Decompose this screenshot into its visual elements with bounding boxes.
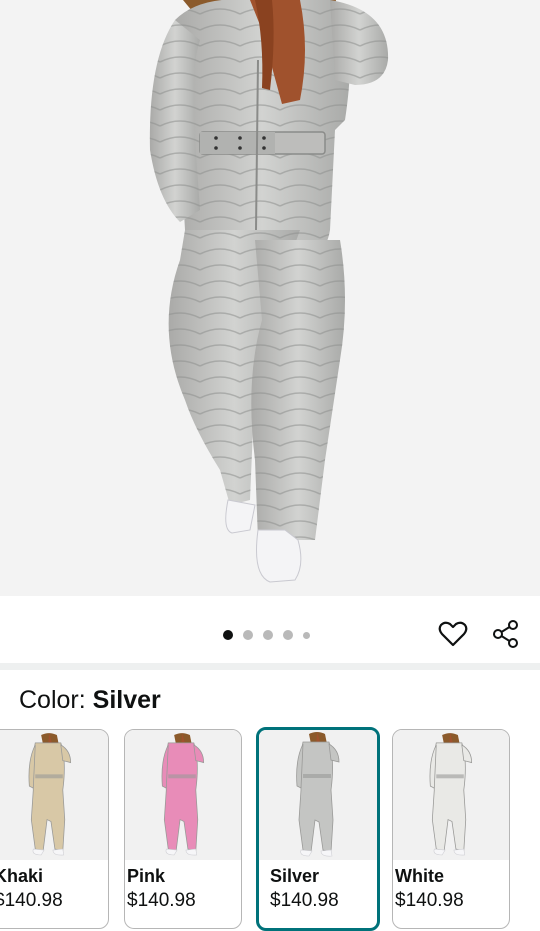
color-swatch-khaki[interactable]: Khaki $140.98 [0,729,109,929]
carousel-dot[interactable] [283,630,293,640]
silver-jumpsuit-photo [149,0,389,583]
swatch-thumbnail [125,730,241,860]
swatch-thumbnail [393,730,509,860]
carousel-dot[interactable] [243,630,253,640]
selected-color-value: Silver [92,686,161,714]
product-image[interactable] [0,0,540,596]
swatch-price: $140.98 [127,890,196,911]
swatch-price: $140.98 [0,890,63,911]
swatch-thumbnail [0,730,108,860]
share-button[interactable] [490,618,522,650]
wishlist-button[interactable] [437,618,469,650]
carousel-dot[interactable] [223,630,233,640]
swatch-color-name: Silver [270,866,320,886]
color-swatch-pink[interactable]: Pink $140.98 [124,729,242,929]
color-label-text: Color: [19,686,86,714]
carousel-dot[interactable] [263,630,273,640]
swatch-price: $140.98 [395,890,464,911]
swatch-color-name: Pink [127,866,166,886]
section-divider [0,663,540,670]
color-swatch-silver[interactable]: Silver $140.98 [256,727,380,931]
swatch-color-name: White [395,866,444,886]
color-selector-label: Color: Silver [19,683,161,717]
swatch-thumbnail [259,730,377,860]
carousel-dot[interactable] [303,631,310,639]
heart-icon [438,621,468,647]
share-icon [493,620,518,648]
swatch-color-name: Khaki [0,866,44,886]
color-swatch-white[interactable]: White $140.98 [392,729,510,929]
swatch-price: $140.98 [270,890,339,911]
carousel-indicator[interactable] [223,630,310,640]
